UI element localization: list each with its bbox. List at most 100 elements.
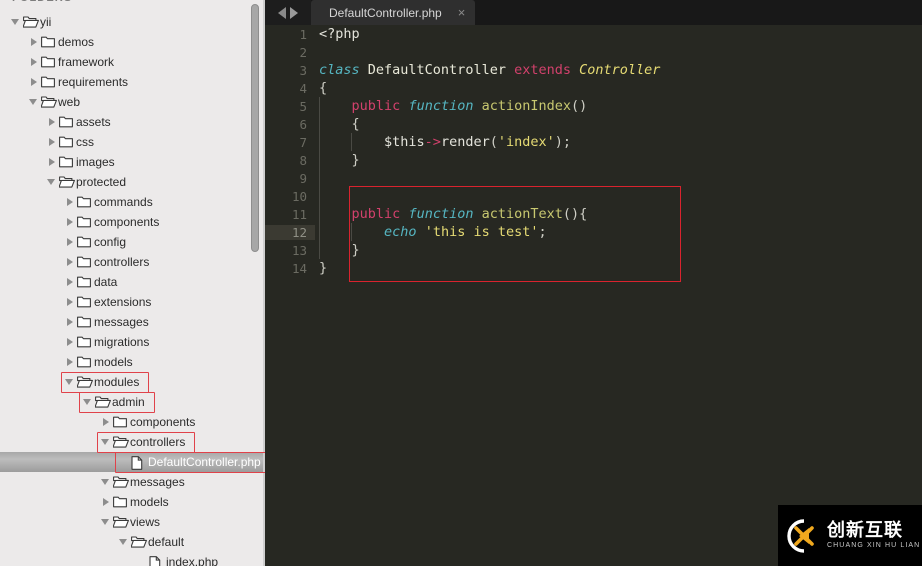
tree-folder-css[interactable]: css (0, 132, 265, 152)
code-line[interactable]: 9 (265, 169, 922, 187)
triangle-right-icon[interactable] (64, 212, 76, 232)
tree-folder-default[interactable]: default (0, 532, 265, 552)
triangle-down-icon[interactable] (100, 472, 112, 492)
tree-folder-config[interactable]: config (0, 232, 265, 252)
tree-folder-demos[interactable]: demos (0, 32, 265, 52)
triangle-right-icon[interactable] (64, 352, 76, 372)
code-content[interactable]: 1 <?php 2 3 class DefaultController extends … (265, 25, 922, 566)
tab-label: DefaultController.php (329, 5, 442, 20)
tree-item-label: css (76, 135, 94, 149)
triangle-down-icon[interactable] (100, 512, 112, 532)
tree-folder-components[interactable]: components (0, 212, 265, 232)
triangle-right-icon[interactable] (46, 132, 58, 152)
triangle-down-icon[interactable] (10, 12, 22, 32)
tree-folder-extensions[interactable]: extensions (0, 292, 265, 312)
line-number: 5 (299, 98, 307, 114)
chevron-left-icon[interactable] (278, 6, 286, 19)
tree-item-label: admin (112, 395, 145, 409)
code-line[interactable]: 10 (265, 187, 922, 205)
tree-item-label: components (94, 215, 160, 229)
triangle-right-icon[interactable] (100, 412, 112, 432)
code-line[interactable]: 14} (265, 259, 922, 277)
triangle-right-icon[interactable] (64, 272, 76, 292)
triangle-right-icon[interactable] (64, 312, 76, 332)
triangle-down-icon[interactable] (28, 92, 40, 112)
code-line[interactable]: 3 class DefaultController extends Control… (265, 61, 922, 79)
tree-folder-data[interactable]: data (0, 272, 265, 292)
code-text: { (319, 80, 328, 96)
triangle-right-icon[interactable] (100, 492, 112, 512)
watermark-text: 创新互联 CHUANG XIN HU LIAN (827, 520, 920, 551)
triangle-right-icon[interactable] (28, 72, 40, 92)
line-number: 4 (299, 80, 307, 96)
triangle-down-icon[interactable] (64, 372, 76, 392)
folder-closed-icon (40, 32, 58, 52)
tree-folder-assets[interactable]: assets (0, 112, 265, 132)
tree-folder-protected[interactable]: protected (0, 172, 265, 192)
code-text: public function actionText(){ (351, 206, 588, 222)
tree-folder-views[interactable]: views (0, 512, 265, 532)
tree-folder-requirements[interactable]: requirements (0, 72, 265, 92)
tree-folder-messages[interactable]: messages (0, 312, 265, 332)
tree-folder-yii[interactable]: yii (0, 12, 265, 32)
code-line[interactable]: 6 { (265, 115, 922, 133)
folder-open-icon (112, 432, 130, 452)
triangle-right-icon[interactable] (28, 32, 40, 52)
code-text: $this->render('index'); (384, 134, 572, 150)
tree-file-defaultcontroller-php[interactable]: DefaultController.php (0, 452, 265, 472)
code-line[interactable]: 7 $this->render('index'); (265, 133, 922, 151)
tab-default-controller[interactable]: DefaultController.php × (311, 0, 476, 25)
code-line[interactable]: 11 public function actionText(){ (265, 205, 922, 223)
code-editor-pane: DefaultController.php × 1 <?php 2 3 class De… (265, 0, 922, 566)
tree-folder-images[interactable]: images (0, 152, 265, 172)
tree-folder-modules[interactable]: modules (0, 372, 265, 392)
chevron-right-icon[interactable] (290, 6, 298, 19)
triangle-right-icon[interactable] (28, 52, 40, 72)
triangle-right-icon[interactable] (64, 332, 76, 352)
triangle-down-icon[interactable] (82, 392, 94, 412)
code-line[interactable]: 8 } (265, 151, 922, 169)
code-line[interactable]: 13 } (265, 241, 922, 259)
tree-folder-migrations[interactable]: migrations (0, 332, 265, 352)
tree-item-label: protected (76, 175, 127, 189)
close-icon[interactable]: × (458, 6, 466, 19)
triangle-down-icon[interactable] (118, 532, 130, 552)
tree-folder-models[interactable]: models (0, 492, 265, 512)
line-number: 10 (291, 188, 307, 204)
tree-folder-commands[interactable]: commands (0, 192, 265, 212)
triangle-right-icon[interactable] (64, 292, 76, 312)
triangle-right-icon[interactable] (64, 192, 76, 212)
tree-folder-web[interactable]: web (0, 92, 265, 112)
tree-folder-models[interactable]: models (0, 352, 265, 372)
code-line[interactable]: 1 <?php (265, 25, 922, 43)
folder-closed-icon (112, 412, 130, 432)
triangle-right-icon[interactable] (46, 152, 58, 172)
code-text: { (319, 116, 360, 132)
folder-open-icon (40, 92, 58, 112)
code-line[interactable]: 12 echo 'this is test'; (265, 223, 922, 241)
triangle-down-icon[interactable] (46, 172, 58, 192)
code-line[interactable]: 4{ (265, 79, 922, 97)
line-number: 7 (299, 134, 307, 150)
triangle-right-icon[interactable] (64, 252, 76, 272)
sidebar-scrollbar-thumb[interactable] (251, 4, 259, 252)
tree-file-index-php[interactable]: index.php (0, 552, 265, 566)
code-line[interactable]: 2 (265, 43, 922, 61)
tree-folder-controllers[interactable]: controllers (0, 432, 265, 452)
folders-header: FOLDERS (12, 0, 72, 4)
tree-folder-framework[interactable]: framework (0, 52, 265, 72)
tree-item-label: commands (94, 195, 153, 209)
tree-item-label: data (94, 275, 118, 289)
triangle-down-icon[interactable] (100, 432, 112, 452)
tree-folder-controllers[interactable]: controllers (0, 252, 265, 272)
tree-folder-messages[interactable]: messages (0, 472, 265, 492)
code-line[interactable]: 5 public function actionIndex() (265, 97, 922, 115)
triangle-right-icon[interactable] (64, 232, 76, 252)
tree-folder-components[interactable]: components (0, 412, 265, 432)
line-number: 2 (299, 44, 307, 60)
tree-folder-admin[interactable]: admin (0, 392, 265, 412)
line-number: 14 (291, 260, 307, 276)
triangle-right-icon[interactable] (46, 112, 58, 132)
code-text: class DefaultController extends Controll… (319, 62, 661, 78)
